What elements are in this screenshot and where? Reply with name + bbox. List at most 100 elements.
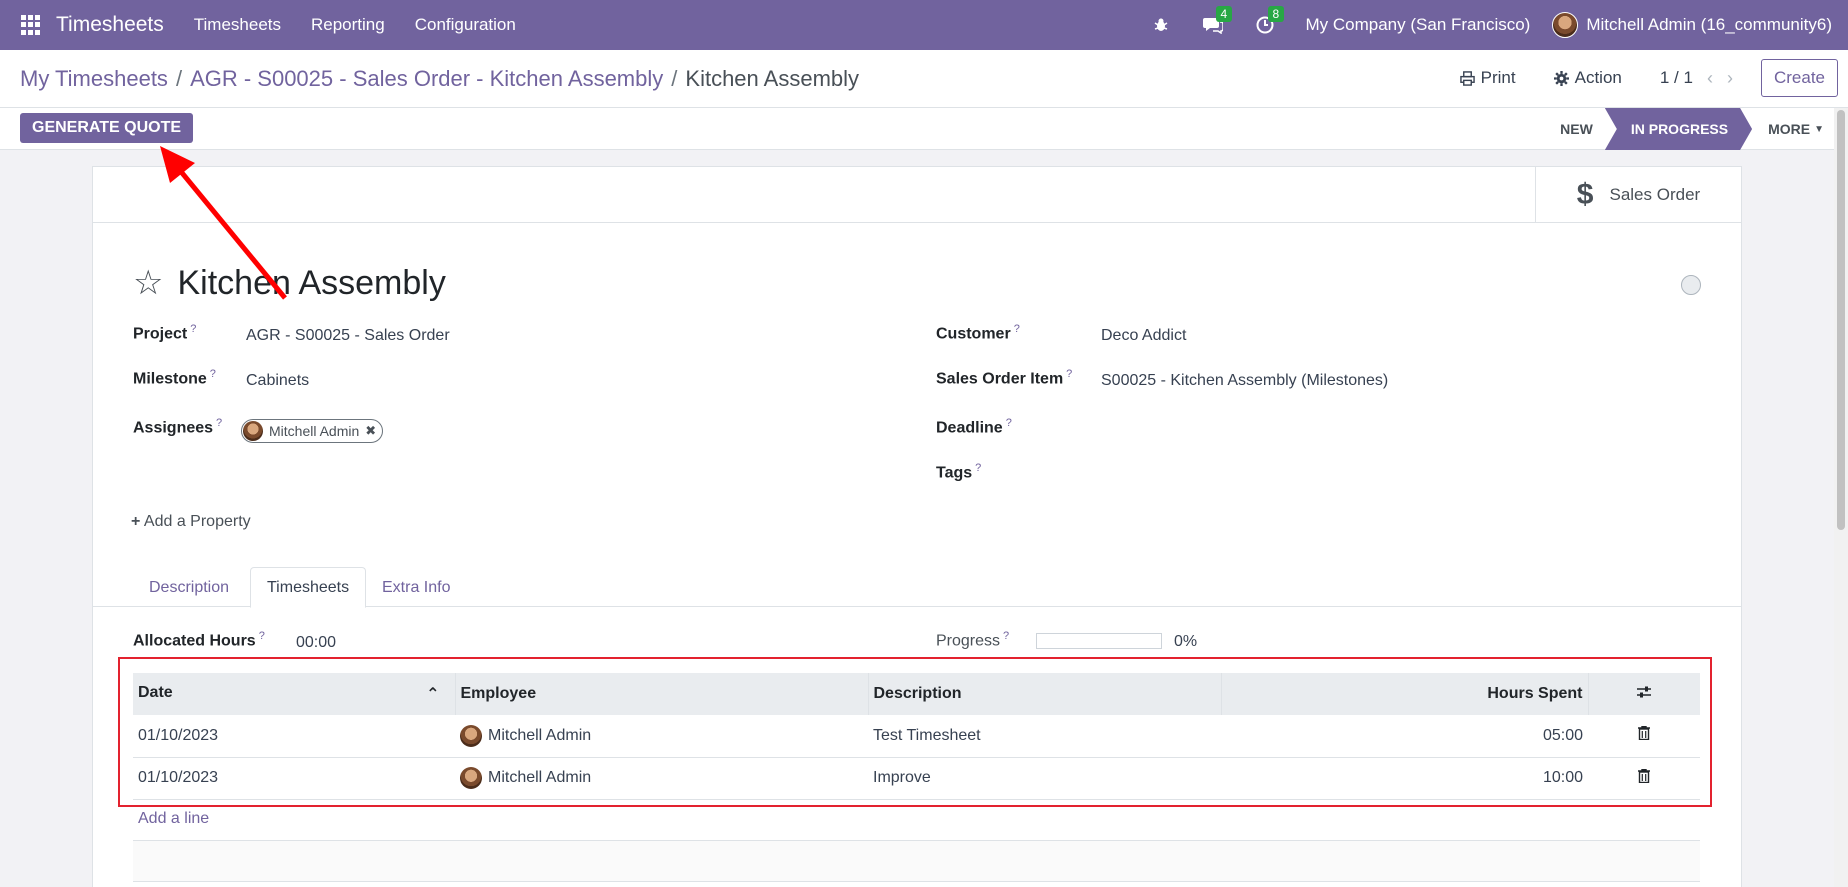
tab-extra-info[interactable]: Extra Info [366,567,466,608]
column-description[interactable]: Description [868,673,1222,715]
field-progress: Progress? [936,630,1009,650]
messages-icon[interactable]: 4 [1202,6,1233,36]
field-deadline: Deadline? [936,417,1012,437]
pager-previous-icon[interactable]: ‹ [1707,68,1713,89]
kanban-state-indicator[interactable] [1681,275,1701,295]
plus-icon: + [131,513,141,530]
field-allocated-hours: Allocated Hours? [133,630,265,650]
employee-avatar [460,767,482,789]
field-project: Project? [133,323,196,343]
stage-new[interactable]: NEW [1548,108,1605,150]
row-hours[interactable]: 05:00 [1221,715,1588,758]
add-property-button[interactable]: + Add a Property [131,513,251,531]
field-sales-order-item: Sales Order Item? [936,368,1072,388]
tags-input[interactable] [1101,464,1401,486]
trash-icon [1638,768,1650,783]
table-row[interactable]: 01/10/2023 Mitchell Admin Test Timesheet… [133,715,1700,758]
scrollbar-thumb[interactable] [1837,110,1845,530]
assignee-tag[interactable]: Mitchell Admin ✖ [241,419,384,443]
menu-configuration[interactable]: Configuration [415,15,516,35]
dollar-icon: $ [1576,178,1594,211]
progress-label: Progress? [936,630,1010,650]
milestone-label: Milestone? [133,368,216,388]
sales-order-item-label: Sales Order Item? [936,368,1073,388]
activity-clock-icon[interactable]: 8 [1254,6,1285,36]
star-icon[interactable]: ☆ [133,263,163,303]
field-customer: Customer? [936,323,1020,343]
allocated-hours-value[interactable]: 00:00 [296,634,336,652]
delete-row-button[interactable] [1588,757,1700,800]
company-switcher[interactable]: My Company (San Francisco) [1306,15,1531,35]
add-property-label: Add a Property [143,513,251,530]
stage-selector: NEW IN PROGRESS MORE ▼ [1548,108,1848,150]
control-panel: My Timesheets / AGR - S00025 - Sales Order… [0,50,1848,108]
customer-value[interactable]: Deco Addict [1101,327,1186,345]
assignee-avatar [243,421,263,441]
sales-order-smart-button[interactable]: $ Sales Order [1535,167,1741,223]
status-bar: GENERATE QUOTE NEW IN PROGRESS MORE ▼ [0,108,1848,150]
menu-reporting[interactable]: Reporting [311,15,385,35]
row-employee[interactable]: Mitchell Admin [455,757,868,800]
app-brand[interactable]: Timesheets [56,13,164,37]
project-label: Project? [133,323,197,343]
row-description[interactable]: Improve [868,757,1221,800]
allocated-hours-label: Allocated Hours? [133,630,265,650]
row-date[interactable]: 01/10/2023 [133,757,455,800]
pager-value[interactable]: 1 / 1 [1660,68,1693,88]
stage-more-dropdown[interactable]: MORE ▼ [1756,108,1836,150]
apps-menu-icon[interactable] [21,15,41,35]
action-button[interactable]: Action [1553,68,1622,88]
print-button[interactable]: Print [1459,68,1516,88]
column-employee[interactable]: Employee [455,673,869,715]
caret-down-icon: ▼ [1814,123,1824,135]
user-avatar [1552,12,1579,38]
debug-bug-icon[interactable] [1150,14,1172,36]
stage-in-progress[interactable]: IN PROGRESS [1605,108,1752,150]
column-hours-spent[interactable]: Hours Spent [1221,673,1589,715]
breadcrumb-project[interactable]: AGR - S00025 - Sales Order - Kitchen Ass… [190,66,663,91]
delete-row-button[interactable] [1588,715,1700,758]
pager-next-icon[interactable]: › [1727,68,1733,89]
remove-tag-icon[interactable]: ✖ [365,423,376,439]
trash-icon [1638,726,1650,741]
breadcrumb-my-timesheets[interactable]: My Timesheets [20,66,168,91]
menu-timesheets[interactable]: Timesheets [194,15,281,35]
table-header-row: Date ⌃ Employee Description Hours Spent [133,673,1700,715]
add-line-link[interactable]: Add a line [138,810,209,828]
sales-order-item-value[interactable]: S00025 - Kitchen Assembly (Milestones) [1101,372,1388,390]
row-hours[interactable]: 10:00 [1221,757,1588,800]
title-row: ☆ Kitchen Assembly [133,263,446,303]
activities-badge: 8 [1267,6,1285,22]
optional-columns-toggle[interactable] [1588,673,1700,715]
notebook-tabs: Description Timesheets Extra Info [93,567,1741,608]
assignee-name: Mitchell Admin [269,423,360,439]
milestone-value[interactable]: Cabinets [246,372,309,390]
action-label: Action [1574,68,1622,87]
employee-name: Mitchell Admin [488,726,592,744]
row-description[interactable]: Test Timesheet [868,715,1221,758]
table-row[interactable]: 01/10/2023 Mitchell Admin Improve 10:00 [133,757,1700,800]
tab-timesheets[interactable]: Timesheets [250,567,367,608]
deadline-input[interactable] [1101,419,1401,441]
row-employee[interactable]: Mitchell Admin [455,715,868,758]
create-button[interactable]: Create [1760,59,1838,97]
row-date[interactable]: 01/10/2023 [133,715,455,758]
employee-name: Mitchell Admin [488,769,592,786]
task-title[interactable]: Kitchen Assembly [177,264,445,303]
sort-ascending-icon: ⌃ [426,686,440,703]
column-date[interactable]: Date ⌃ [133,673,456,715]
project-value[interactable]: AGR - S00025 - Sales Order [246,327,450,345]
print-label: Print [1480,68,1516,87]
generate-quote-button[interactable]: GENERATE QUOTE [20,113,194,143]
user-menu[interactable]: Mitchell Admin (16_community6) [1552,12,1832,38]
sliders-icon [1637,686,1652,697]
deadline-label: Deadline? [936,417,1012,437]
progress-bar [1036,633,1162,649]
stage-more-label: MORE [1768,121,1811,137]
messages-badge: 4 [1215,6,1233,22]
employee-avatar [460,724,482,747]
tab-description[interactable]: Description [133,567,245,608]
top-navbar: Timesheets Timesheets Reporting Configur… [0,0,1848,50]
page-scrollbar[interactable] [1834,108,1848,887]
timesheet-table: Date ⌃ Employee Description Hours Spent … [133,673,1700,800]
